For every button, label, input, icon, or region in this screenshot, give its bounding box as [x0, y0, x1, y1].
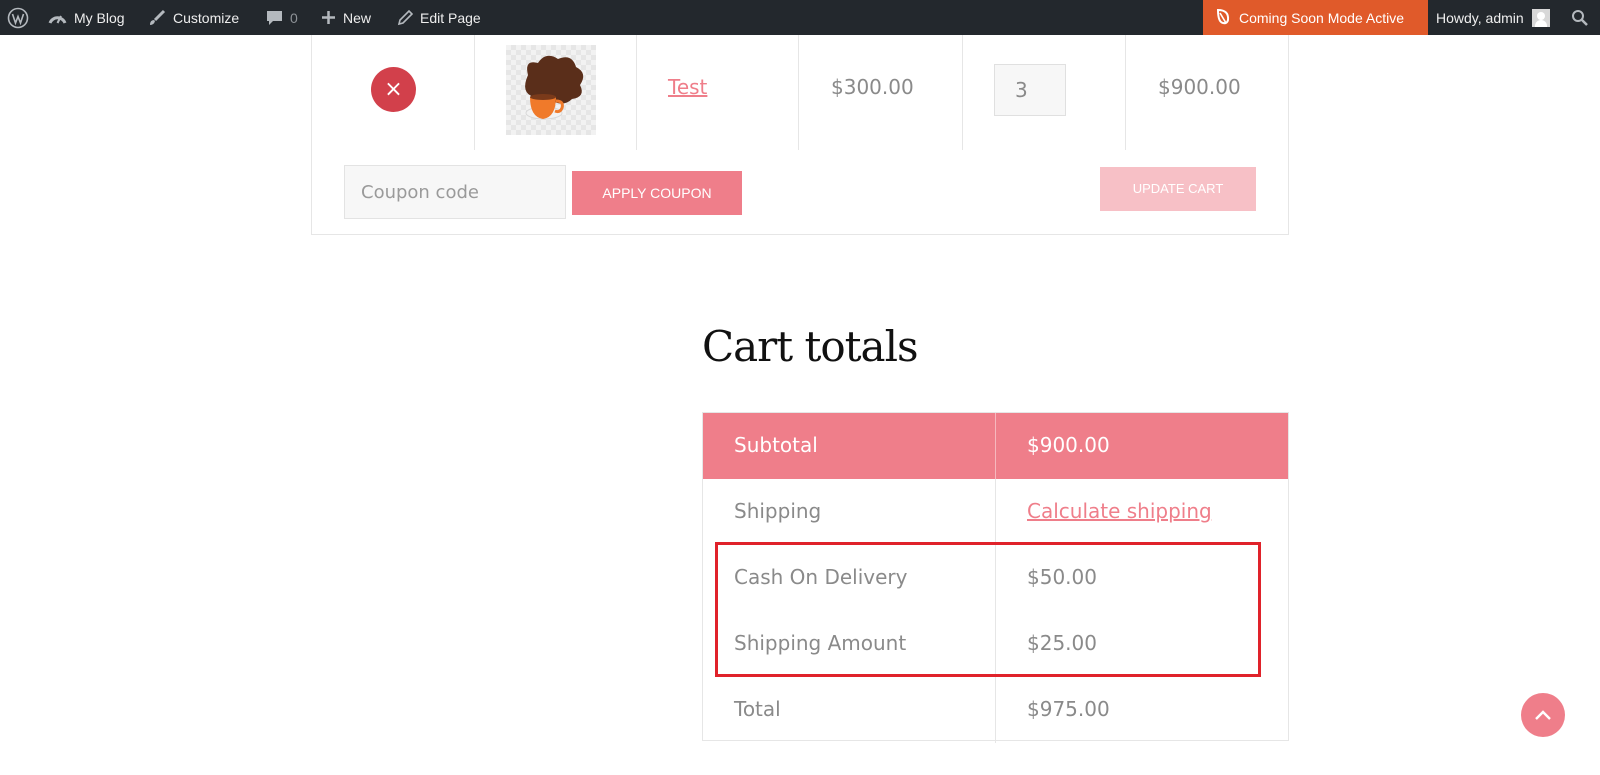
- totals-label: Total: [734, 697, 781, 721]
- admin-bar-edit-page[interactable]: Edit Page: [397, 0, 481, 35]
- column-divider: [474, 35, 475, 150]
- admin-bar-customize[interactable]: Customize: [148, 0, 239, 35]
- totals-label: Shipping: [734, 499, 822, 523]
- product-thumbnail[interactable]: [506, 45, 596, 135]
- quantity-input[interactable]: [994, 64, 1066, 116]
- dashboard-icon: [48, 10, 67, 26]
- pencil-icon: [397, 9, 413, 26]
- totals-value: $900.00: [1027, 433, 1110, 457]
- highlight-annotation-box: [715, 542, 1261, 677]
- customize-label: Customize: [173, 9, 240, 26]
- brush-icon: [148, 9, 166, 27]
- howdy-label: Howdy, admin: [1436, 9, 1524, 26]
- apply-coupon-button[interactable]: APPLY COUPON: [572, 171, 742, 215]
- totals-label: Subtotal: [734, 433, 818, 457]
- column-divider: [995, 413, 996, 479]
- cart-totals-heading: Cart totals: [702, 322, 919, 371]
- column-divider: [995, 677, 996, 743]
- remove-item-button[interactable]: ×: [371, 67, 416, 112]
- admin-bar-comments[interactable]: 0: [266, 0, 298, 35]
- search-icon[interactable]: [1571, 0, 1589, 35]
- column-divider: [1125, 35, 1126, 150]
- totals-row-subtotal: Subtotal $900.00: [703, 413, 1288, 479]
- totals-row-total: Total $975.00: [703, 677, 1288, 743]
- calculate-shipping-link[interactable]: Calculate shipping: [1027, 499, 1212, 523]
- admin-bar-account[interactable]: Howdy, admin: [1436, 0, 1550, 35]
- scroll-to-top-button[interactable]: [1521, 693, 1565, 737]
- product-subtotal: $900.00: [1158, 75, 1241, 99]
- cart-table: × Test $300.00 $900.00 APPLY COUPON UPDA…: [311, 35, 1289, 235]
- new-label: New: [343, 9, 372, 26]
- coming-soon-label: Coming Soon Mode Active: [1239, 9, 1404, 26]
- chevron-up-icon: [1534, 706, 1552, 725]
- column-divider: [636, 35, 637, 150]
- admin-bar: My Blog Customize 0 New Edit Page Coming…: [0, 0, 1600, 35]
- update-cart-button[interactable]: UPDATE CART: [1100, 167, 1256, 211]
- plus-icon: [321, 10, 336, 25]
- admin-bar-new[interactable]: New: [321, 0, 371, 35]
- column-divider: [798, 35, 799, 150]
- column-divider: [962, 35, 963, 150]
- edit-page-label: Edit Page: [420, 9, 481, 26]
- comment-icon: [266, 10, 283, 26]
- totals-value: $975.00: [1027, 697, 1110, 721]
- site-name: My Blog: [74, 9, 125, 26]
- avatar: [1531, 8, 1550, 27]
- coupon-code-input[interactable]: [344, 165, 566, 219]
- column-divider: [995, 479, 996, 545]
- totals-row-shipping: Shipping Calculate shipping: [703, 479, 1288, 545]
- coming-soon-badge[interactable]: Coming Soon Mode Active: [1203, 0, 1428, 35]
- comments-count: 0: [290, 9, 298, 26]
- leaf-icon: [1215, 8, 1231, 28]
- admin-bar-my-blog[interactable]: My Blog: [48, 0, 125, 35]
- product-name-link[interactable]: Test: [668, 75, 707, 99]
- wordpress-logo-icon[interactable]: [7, 0, 29, 35]
- product-price: $300.00: [831, 75, 914, 99]
